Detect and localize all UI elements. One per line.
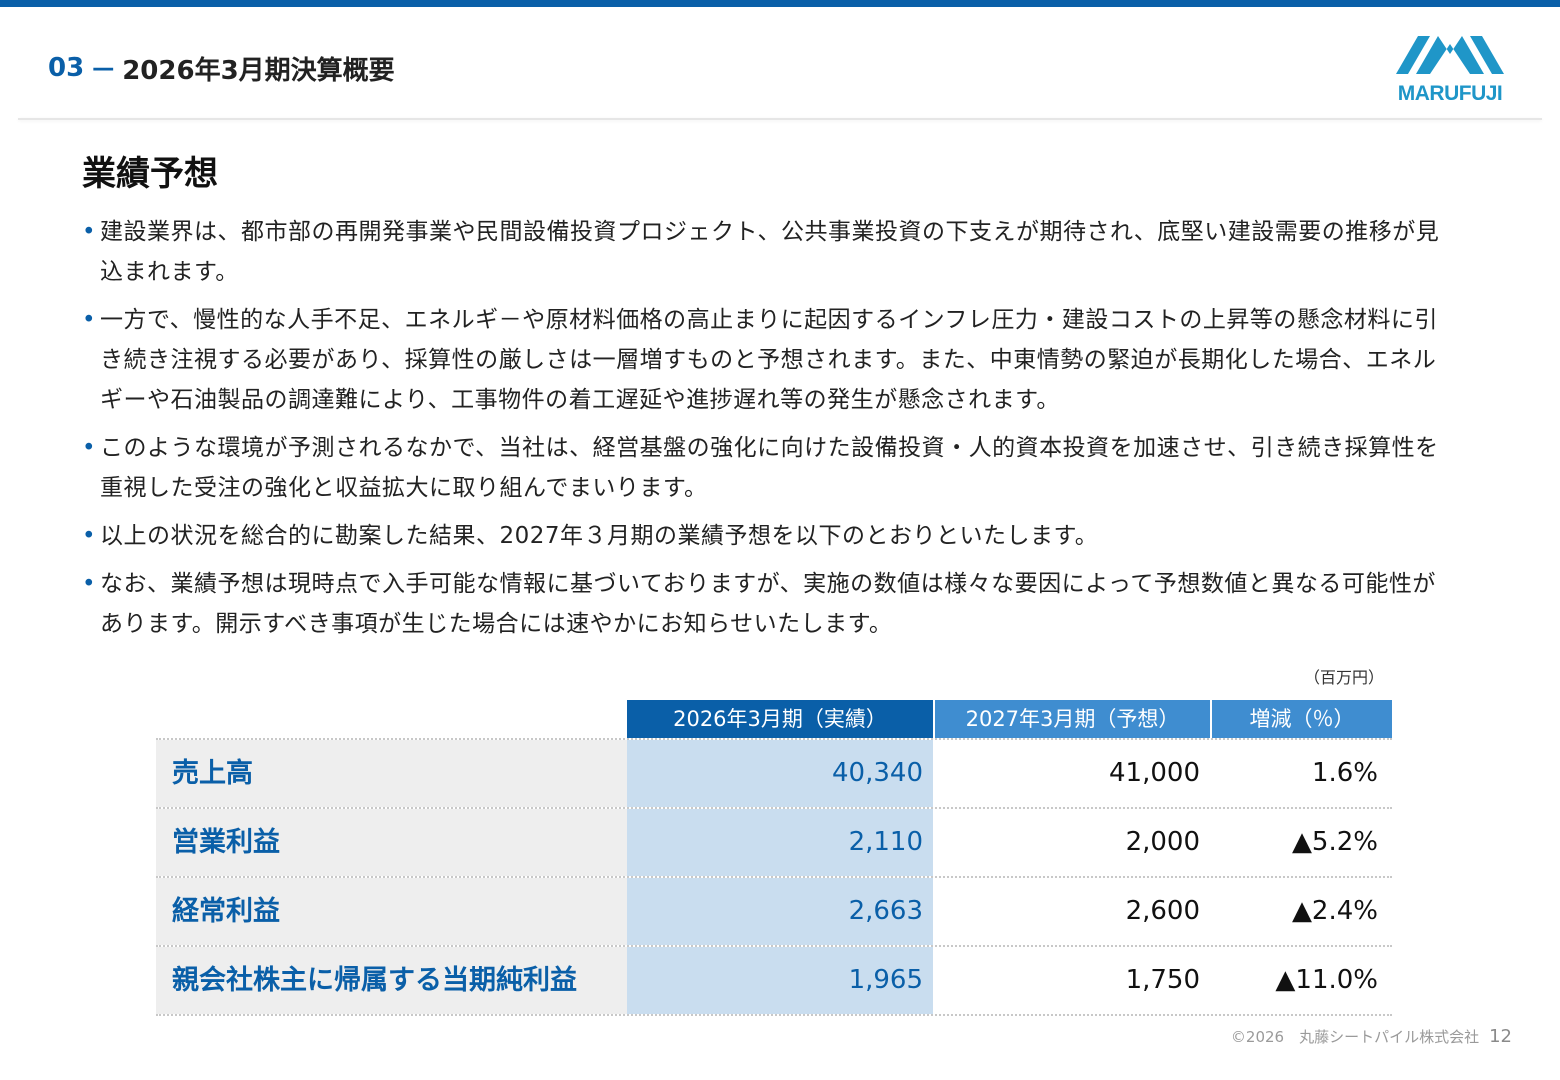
bullet-list: • 建設業界は、都市部の再開発事業や民間設備投資プロジェクト、公共事業投資の下支え… [82, 212, 1457, 652]
table-row: 営業利益 2,110 2,000 ▲5.2% [156, 807, 1392, 876]
unit-label: （百万円） [1303, 668, 1384, 687]
table-row: 売上高 40,340 41,000 1.6% [156, 738, 1392, 807]
bullet-text: 一方で、慢性的な人手不足、エネルギ－や原材料価格の高止まりに起因するインフレ圧力… [100, 307, 1438, 413]
change-value: ▲5.2% [1291, 827, 1378, 857]
slide-header: 03 － 2026年3月期決算概要 [48, 48, 395, 88]
row-label: 経常利益 [156, 878, 627, 945]
bullet-text: 建設業界は、都市部の再開発事業や民間設備投資プロジェクト、公共事業投資の下支えが… [100, 219, 1440, 285]
table-row: 親会社株主に帰属する当期純利益 1,965 1,750 ▲11.0% [156, 945, 1392, 1016]
bullet-dot: • [82, 219, 97, 245]
section-dash: － [90, 55, 117, 86]
bullet-dot: • [82, 523, 97, 549]
section-number: 03 [48, 53, 85, 83]
bullet-text: なお、業績予想は現時点で入手可能な情報に基づいておりますが、実施の数値は様々な要… [100, 571, 1436, 637]
row-label: 親会社株主に帰属する当期純利益 [156, 947, 627, 1014]
actual-value: 1,965 [627, 947, 933, 1014]
column-header-actual: 2026年3月期（実績） [627, 700, 933, 738]
bullet-text: 以上の状況を総合的に勘案した結果、2027年３月期の業績予想を以下のとおりといた… [100, 523, 1099, 549]
actual-value: 2,110 [627, 809, 933, 876]
actual-value: 2,663 [627, 878, 933, 945]
forecast-value: 1,750 [1125, 965, 1200, 995]
footer: ©2026 丸藤シートパイル株式会社 12 [1100, 1026, 1512, 1047]
logo-text: MARUFUJI [1397, 82, 1503, 105]
page-number: 12 [1489, 1026, 1512, 1047]
bullet-item: • 以上の状況を総合的に勘案した結果、2027年３月期の業績予想を以下のとおりとい… [82, 516, 1457, 556]
bullet-item: • 建設業界は、都市部の再開発事業や民間設備投資プロジェクト、公共事業投資の下支え… [82, 212, 1457, 292]
change-value: ▲2.4% [1291, 896, 1378, 926]
column-header-forecast: 2027年3月期（予想） [935, 700, 1210, 738]
page-title: 業績予想 [82, 154, 218, 194]
section-title: 2026年3月期決算概要 [122, 55, 395, 86]
bullet-item: • このような環境が予測されるなかで、当社は、経営基盤の強化に向けた設備投資・人的… [82, 428, 1457, 508]
table-header: 2026年3月期（実績） 2027年3月期（予想） 増減（％） [156, 700, 1392, 738]
copyright-text: ©2026 丸藤シートパイル株式会社 [1230, 1028, 1480, 1046]
column-header-change: 増減（％） [1212, 700, 1392, 738]
row-label: 売上高 [156, 740, 627, 807]
change-value: 1.6% [1311, 758, 1378, 788]
change-value: ▲11.0% [1275, 965, 1378, 995]
actual-value: 40,340 [627, 740, 933, 807]
top-accent-bar [0, 0, 1560, 7]
bullet-item: • なお、業績予想は現時点で入手可能な情報に基づいておりますが、実施の数値は様々な… [82, 564, 1457, 644]
forecast-table: 2026年3月期（実績） 2027年3月期（予想） 増減（％） 売上高 40,3… [156, 700, 1392, 1016]
forecast-value: 2,600 [1125, 896, 1200, 926]
bullet-dot: • [82, 435, 97, 461]
forecast-value: 41,000 [1109, 758, 1200, 788]
bullet-dot: • [82, 571, 97, 597]
company-logo: MARUFUJI [1396, 34, 1504, 106]
bullet-text: このような環境が予測されるなかで、当社は、経営基盤の強化に向けた設備投資・人的資… [100, 435, 1439, 501]
row-label: 営業利益 [156, 809, 627, 876]
header-divider [18, 118, 1542, 120]
bullet-item: • 一方で、慢性的な人手不足、エネルギ－や原材料価格の高止まりに起因するインフレ圧… [82, 300, 1457, 420]
forecast-value: 2,000 [1125, 827, 1200, 857]
table-row: 経常利益 2,663 2,600 ▲2.4% [156, 876, 1392, 945]
bullet-dot: • [82, 307, 97, 333]
mountain-logo-icon [1396, 36, 1504, 74]
